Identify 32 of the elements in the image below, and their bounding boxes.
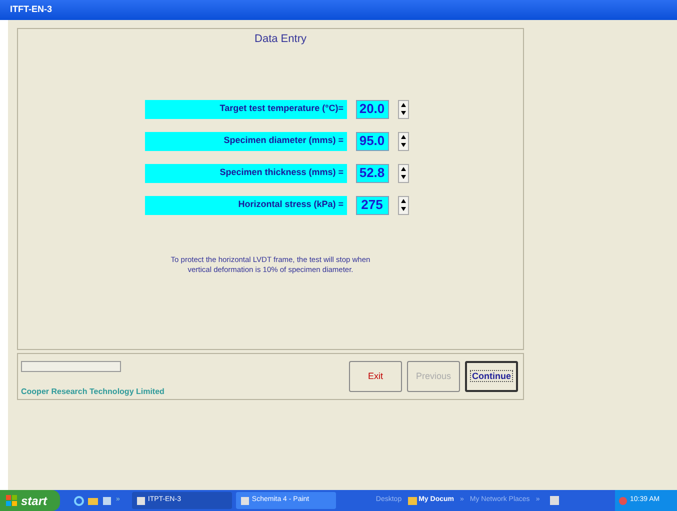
up-arrow-icon [398, 164, 408, 172]
spin-buttons[interactable] [398, 196, 408, 214]
company-name: Cooper Research Technology Limited [21, 386, 164, 398]
start-button[interactable]: start [0, 490, 60, 511]
down-arrow-icon [398, 172, 408, 180]
spin-buttons[interactable] [398, 100, 408, 118]
up-arrow-icon [398, 132, 408, 140]
value-field[interactable]: 275 [356, 196, 388, 214]
spin-buttons[interactable] [398, 164, 408, 182]
down-arrow-icon [398, 204, 408, 212]
field-label: Specimen thickness (mms) = [144, 164, 346, 182]
down-arrow-icon [398, 140, 408, 148]
browser-icon[interactable] [74, 496, 84, 506]
value-field[interactable]: 20.0 [356, 100, 388, 118]
panel-title: Data Entry [254, 32, 306, 47]
up-arrow-icon [398, 100, 408, 108]
app-icon [240, 496, 249, 504]
up-arrow-icon [398, 196, 408, 204]
folder-icon[interactable] [88, 496, 98, 506]
app-icon [136, 496, 145, 504]
field-label: Specimen diameter (mms) = [144, 132, 346, 150]
field-label: Target test temperature (°C)= [144, 100, 346, 118]
field-label: Horizontal stress (kPa) = [144, 196, 346, 214]
down-arrow-icon [398, 108, 408, 116]
window-title: ITFT-EN-3 [10, 3, 52, 16]
folder-icon [408, 496, 417, 504]
spin-buttons[interactable] [398, 132, 408, 150]
value-field[interactable]: 95.0 [356, 132, 388, 150]
dialog-button[interactable]: Exit [349, 361, 402, 392]
windows-logo-icon [6, 494, 18, 506]
dialog-button[interactable]: Continue [465, 361, 518, 392]
value-field[interactable]: 52.8 [356, 164, 388, 182]
